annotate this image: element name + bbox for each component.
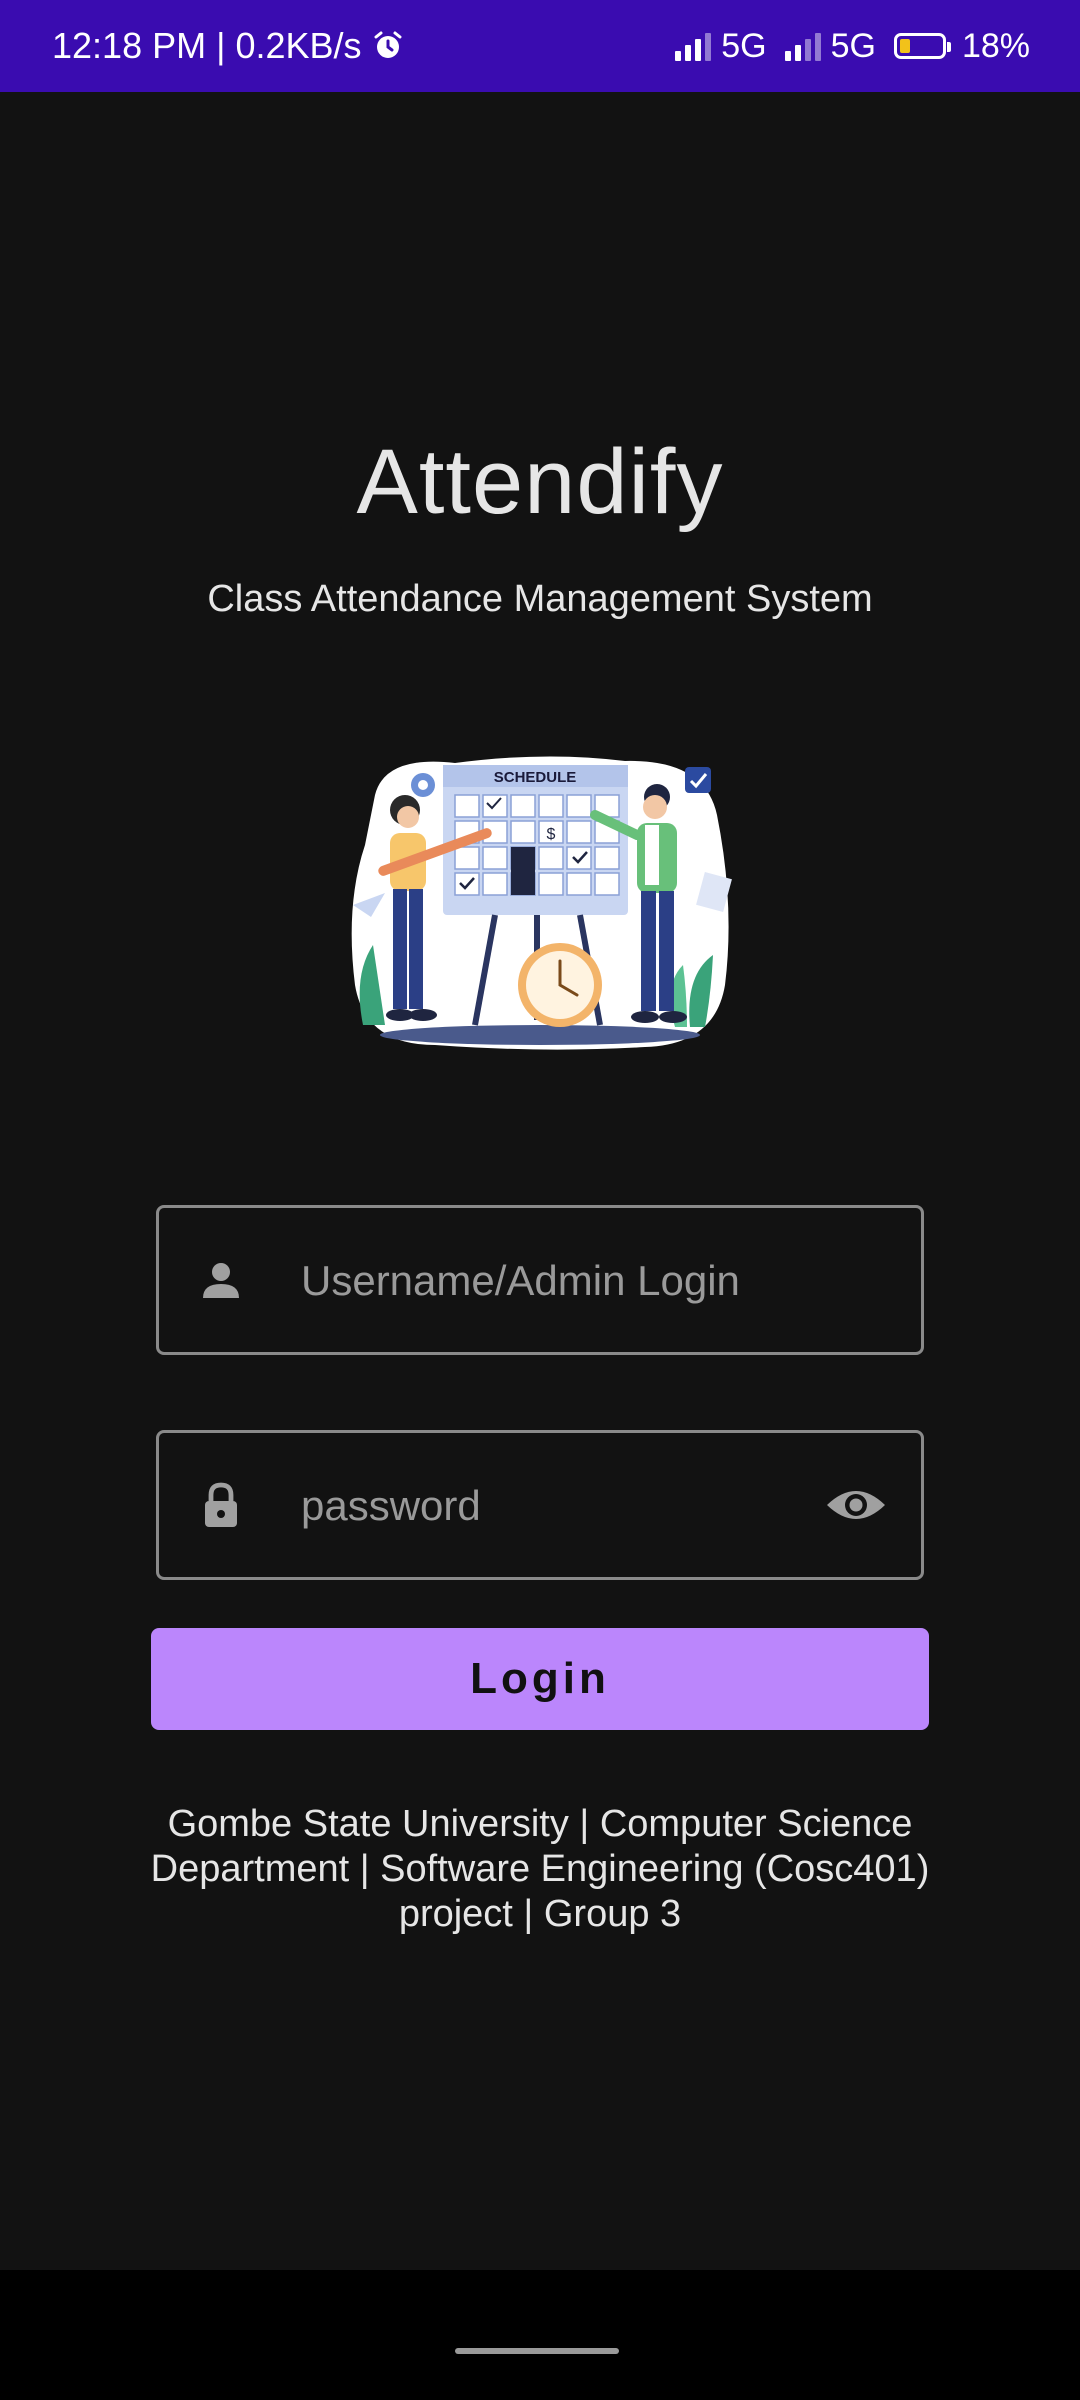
- svg-text:$: $: [547, 826, 556, 843]
- board-label: SCHEDULE: [494, 769, 577, 786]
- navigation-bar: [0, 2270, 1080, 2400]
- login-button[interactable]: Login: [151, 1628, 929, 1730]
- footer-credit: Gombe State University | Computer Scienc…: [150, 1803, 930, 1935]
- status-time: 12:18 PM | 0.2KB/s: [52, 25, 362, 66]
- battery-percent: 18%: [961, 26, 1030, 65]
- eye-icon[interactable]: [825, 1485, 887, 1525]
- status-bar: 12:18 PM | 0.2KB/s 5G 5G 18%: [0, 0, 1080, 92]
- status-right: 5G 5G 18%: [675, 0, 1030, 92]
- app-subtitle: Class Attendance Management System: [207, 578, 873, 620]
- password-input[interactable]: [299, 1433, 823, 1579]
- username-input[interactable]: [299, 1208, 823, 1354]
- person-icon: [203, 1263, 239, 1298]
- app-title: Attendify: [356, 431, 724, 533]
- lock-icon: [205, 1482, 237, 1527]
- signal-icon: [675, 31, 712, 61]
- battery-icon: [893, 33, 951, 59]
- network-label-1: 5G: [721, 26, 767, 65]
- schedule-illustration: SCHEDULE $: [351, 756, 732, 1050]
- status-left: 12:18 PM | 0.2KB/s: [52, 0, 404, 92]
- alarm-icon: [374, 31, 402, 58]
- home-gesture-handle[interactable]: [455, 2348, 619, 2354]
- network-label-2: 5G: [830, 26, 876, 65]
- signal-icon: [784, 31, 821, 61]
- username-field[interactable]: [156, 1205, 924, 1355]
- password-field[interactable]: [156, 1430, 924, 1580]
